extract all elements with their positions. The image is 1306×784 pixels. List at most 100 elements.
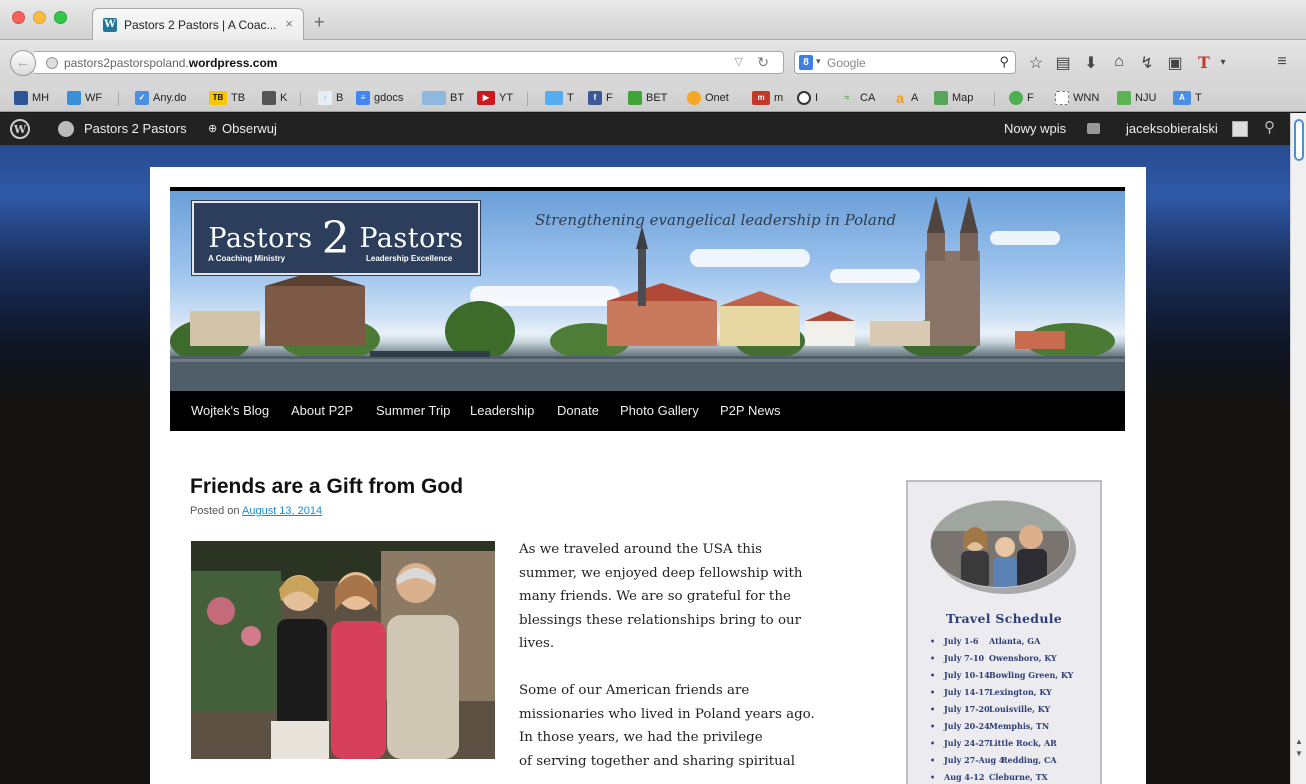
docs-icon: ≡	[356, 91, 370, 105]
logo-number: 2	[321, 213, 351, 264]
bookmark-separator	[118, 92, 119, 106]
bookmark-anydo[interactable]: ✓ Any.do	[135, 90, 186, 106]
tab-close-icon[interactable]: ×	[285, 16, 293, 31]
t-extension-icon[interactable]: T	[1194, 53, 1214, 72]
bookmark-yt[interactable]: ▶ YT	[477, 90, 513, 106]
url-text[interactable]: pastors2pastorspoland.wordpress.com	[64, 56, 277, 70]
post-photo[interactable]	[191, 541, 495, 759]
bookmark-gdocs[interactable]: ≡ gdocs	[356, 90, 403, 106]
circle-icon	[797, 91, 811, 105]
bookmark-k[interactable]: K	[262, 90, 287, 106]
avatar[interactable]	[1232, 121, 1248, 137]
plus-circle-icon[interactable]: ⊕	[208, 122, 217, 135]
nav-photo-gallery[interactable]: Photo Gallery	[620, 403, 699, 418]
scrollbar-thumb[interactable]	[1294, 119, 1304, 161]
search-input[interactable]: Google	[827, 56, 866, 70]
nav-about-p2p[interactable]: About P2P	[291, 403, 353, 418]
scroll-down-arrow-icon[interactable]: ▼	[1295, 749, 1303, 758]
bookmark-twitter[interactable]: T	[545, 90, 574, 106]
site-tagline: Strengthening evangelical leadership in …	[535, 211, 897, 229]
bookmark-f[interactable]: F	[1009, 90, 1034, 106]
post-line: In those years, we had the privilege	[519, 730, 763, 745]
check-icon: ✓	[135, 91, 149, 105]
search-engine-icon[interactable]: 8	[799, 55, 813, 70]
star-icon[interactable]: ☆	[1026, 53, 1046, 73]
arrow-up-icon: ↑	[318, 91, 332, 105]
wordpress-logo-icon[interactable]: W	[10, 119, 30, 139]
bullet-icon: •	[930, 636, 936, 646]
post-date-link[interactable]: August 13, 2014	[242, 505, 322, 517]
bookmark-ca[interactable]: ≈ CA	[838, 90, 875, 106]
bookmark-onet[interactable]: Onet	[687, 90, 729, 106]
page-scrollbar[interactable]: ▲ ▼	[1290, 113, 1306, 784]
schedule-dates: July 7-10	[944, 653, 985, 663]
schedule-dates: July 14-17	[944, 687, 990, 697]
bookmark-bt[interactable]: BT	[422, 90, 464, 106]
bookmark-wf[interactable]: WF	[67, 90, 102, 106]
bookmark-wnn[interactable]: WNN	[1055, 90, 1099, 106]
home-icon[interactable]: ⌂	[1109, 53, 1129, 71]
window-minimize-button[interactable]	[33, 11, 46, 24]
follow-link[interactable]: Obserwuj	[222, 121, 277, 136]
bookmark-translate[interactable]: AT	[1173, 90, 1202, 106]
bookmark-map[interactable]: Map	[934, 90, 973, 106]
search-icon[interactable]: ⚲	[1264, 118, 1275, 136]
k-icon	[262, 91, 276, 105]
bookmark-mh[interactable]: MH	[14, 90, 49, 106]
chevron-down-icon[interactable]: ▾	[1213, 57, 1233, 68]
bookmark-nju[interactable]: NJU	[1117, 90, 1156, 106]
bookmark-bet[interactable]: BET	[628, 90, 667, 106]
bookmark-facebook[interactable]: fF	[588, 90, 613, 106]
post-meta: Posted on August 13, 2014	[190, 505, 322, 517]
scroll-up-arrow-icon[interactable]: ▲	[1295, 737, 1303, 746]
bookmark-m[interactable]: mm	[752, 90, 783, 106]
window-zoom-button[interactable]	[54, 11, 67, 24]
bookmarks-bar: MH WF ✓ Any.do TB TB K ↑ B ≡ gdocs BT ▶ YT T …	[0, 84, 1306, 112]
nav-p2p-news[interactable]: P2P News	[720, 403, 780, 418]
username-link[interactable]: jaceksobieralski	[1126, 121, 1218, 136]
search-bar[interactable]: 8 ▾ Google ⚲	[794, 51, 1016, 74]
reading-list-icon[interactable]: ▤	[1053, 53, 1073, 73]
bookmark-amazon[interactable]: aA	[893, 90, 918, 106]
nav-summer-trip[interactable]: Summer Trip	[376, 403, 450, 418]
logo-right: Pastors	[359, 223, 464, 254]
nav-donate[interactable]: Donate	[557, 403, 599, 418]
search-engine-dropdown-icon[interactable]: ▾	[816, 56, 821, 67]
back-button[interactable]: ←	[10, 50, 36, 76]
schedule-place: Memphis, TN	[989, 721, 1050, 731]
window-close-button[interactable]	[12, 11, 25, 24]
post-line: As we traveled around the USA this	[519, 542, 762, 557]
travel-schedule-widget: Travel Schedule • July 1-6 Atlanta, GA •…	[906, 480, 1102, 784]
header-banner[interactable]: Pastors 2 Pastors A Coaching Ministry Le…	[170, 187, 1125, 391]
onet-icon	[687, 91, 701, 105]
bookmark-i[interactable]: I	[797, 90, 818, 106]
url-bar[interactable]: pastors2pastorspoland.wordpress.com ▽ ↻	[34, 51, 784, 74]
globe-icon[interactable]	[58, 121, 74, 137]
post-paragraph-2: Some of our American friends are mission…	[519, 679, 815, 773]
post-title[interactable]: Friends are a Gift from God	[190, 475, 463, 499]
screenshot-icon[interactable]: ▣	[1165, 53, 1185, 73]
search-icon[interactable]: ⚲	[999, 54, 1009, 70]
bookmark-icon	[14, 91, 28, 105]
schedule-dates: July 1-6	[944, 636, 979, 646]
site-identity-icon[interactable]	[46, 57, 58, 69]
bookmark-b[interactable]: ↑ B	[318, 90, 343, 106]
new-post-link[interactable]: Nowy wpis	[1004, 121, 1066, 136]
admin-site-name[interactable]: Pastors 2 Pastors	[84, 121, 187, 136]
nav-leadership[interactable]: Leadership	[470, 403, 534, 418]
bookmark-tb[interactable]: TB TB	[209, 90, 245, 106]
nav-wojteks-blog[interactable]: Wojtek's Blog	[191, 403, 269, 418]
new-tab-button[interactable]: +	[314, 12, 325, 33]
download-icon[interactable]: ⬇	[1081, 53, 1101, 73]
bullet-icon: •	[930, 772, 936, 782]
translate-icon: A	[1173, 91, 1191, 105]
sync-icon[interactable]: ↯	[1137, 53, 1157, 73]
site-logo[interactable]: Pastors 2 Pastors A Coaching Ministry Le…	[191, 200, 481, 276]
notifications-icon[interactable]	[1087, 123, 1100, 134]
url-history-dropdown-icon[interactable]: ▽	[735, 55, 743, 68]
browser-tab[interactable]: W Pastors 2 Pastors | A Coac... ×	[92, 8, 304, 40]
menu-icon[interactable]: ≡	[1272, 53, 1292, 71]
reload-icon[interactable]: ↻	[757, 54, 769, 71]
schedule-place: Atlanta, GA	[989, 636, 1041, 646]
family-photo[interactable]	[930, 500, 1070, 588]
